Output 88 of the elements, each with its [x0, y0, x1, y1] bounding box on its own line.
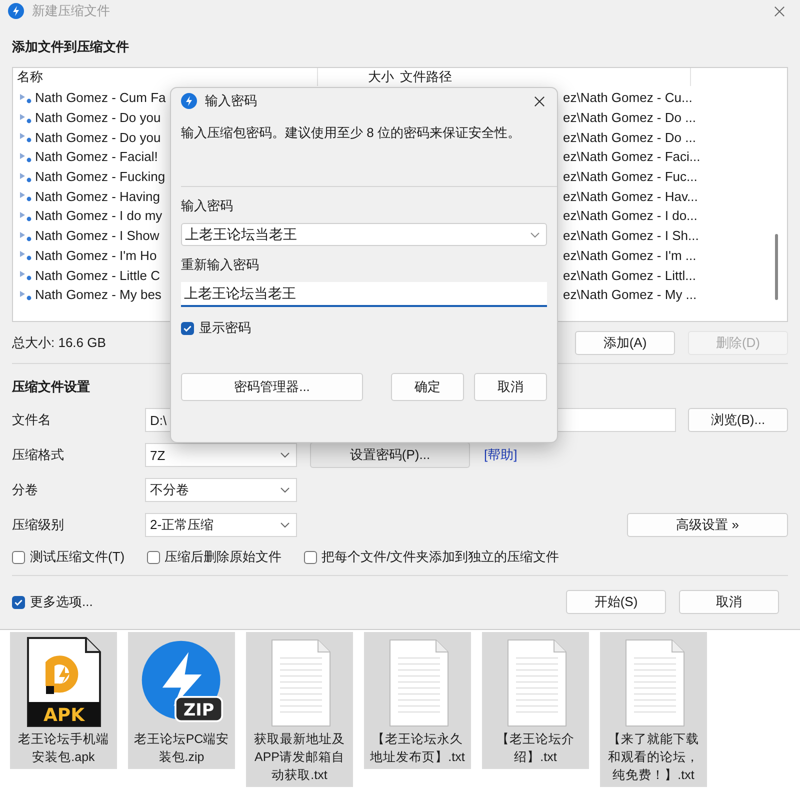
desktop-file[interactable]: 【老王论坛介绍】.txt — [482, 632, 589, 769]
file-name[interactable]: Nath Gomez - Facial! — [35, 149, 173, 164]
close-icon[interactable] — [534, 96, 545, 106]
file-name[interactable]: Nath Gomez - Little C — [35, 268, 173, 283]
field-label: 输入密码 — [181, 197, 234, 215]
checkbox[interactable] — [12, 596, 25, 608]
field-label: 分卷 — [12, 481, 39, 499]
file-name[interactable]: Nath Gomez - I Show — [35, 228, 173, 244]
checkbox-label[interactable]: 更多选项... — [30, 593, 93, 611]
chevron-down-icon — [280, 522, 290, 528]
field-label: 压缩格式 — [12, 446, 65, 464]
file-name[interactable]: Nath Gomez - My bes — [35, 287, 173, 302]
file-path: ez\Nath Gomez - Fuc... — [563, 169, 698, 184]
video-file-icon — [19, 190, 33, 202]
file-name[interactable]: Nath Gomez - Cum Fa — [35, 90, 173, 106]
close-icon[interactable] — [774, 6, 785, 16]
file-name[interactable]: Nath Gomez - Having — [35, 188, 173, 204]
desktop-file[interactable]: APK 老王论坛手机端安装包.apk — [10, 632, 117, 769]
video-file-icon — [19, 210, 33, 222]
video-file-icon — [19, 269, 33, 282]
checkbox[interactable] — [304, 550, 317, 564]
video-file-icon — [19, 288, 33, 301]
cancel-button[interactable]: 取消 — [474, 373, 547, 401]
checkbox[interactable] — [181, 322, 194, 334]
password-manager-button[interactable]: 密码管理器... — [181, 373, 363, 401]
field-label: 重新输入密码 — [181, 256, 260, 274]
video-file-icon — [19, 230, 33, 242]
dialog-message: 输入压缩包密码。建议使用至少 8 位的密码来保证安全性。 — [181, 124, 522, 142]
checkbox[interactable] — [146, 550, 160, 564]
field-label: 文件名 — [12, 411, 52, 429]
chevron-down-icon — [280, 487, 290, 493]
video-file-icon — [19, 112, 33, 124]
desktop-file[interactable]: ZIP 老王论坛PC端安装包.zip — [128, 632, 235, 769]
dialog-title: 输入密码 — [205, 92, 257, 110]
app-logo-icon — [181, 93, 197, 109]
repeat-password-field[interactable]: 上老王论坛当老王 — [181, 282, 547, 307]
column-header[interactable]: 文件路径 — [394, 68, 691, 86]
file-path: ez\Nath Gomez - Do ... — [563, 110, 696, 126]
scrollbar-thumb[interactable] — [775, 234, 778, 300]
video-file-icon — [19, 249, 33, 262]
file-name[interactable]: Nath Gomez - Do you — [35, 130, 173, 145]
total-size: 总大小: 16.6 GB — [12, 334, 106, 352]
list-button[interactable]: 添加(A) — [575, 331, 675, 355]
dialog-button[interactable]: 开始(S) — [566, 590, 666, 614]
file-name[interactable]: Nath Gomez - I'm Ho — [35, 248, 173, 263]
desktop-file[interactable]: 【老王论坛永久地址发布页】.txt — [364, 632, 471, 769]
password-combo-field[interactable]: 上老王论坛当老王 — [181, 223, 547, 246]
field-label: 压缩级别 — [12, 516, 65, 534]
level-dropdown[interactable]: 2-正常压缩 — [145, 513, 297, 537]
checkbox-label[interactable]: 压缩后删除原始文件 — [164, 548, 282, 566]
file-path: ez\Nath Gomez - Cu... — [563, 90, 692, 106]
file-path: ez\Nath Gomez - Do ... — [563, 130, 696, 145]
dialog-button[interactable]: 取消 — [679, 590, 779, 614]
split-dropdown[interactable]: 不分卷 — [145, 478, 297, 502]
video-file-icon — [19, 131, 33, 144]
chevron-down-icon — [280, 452, 290, 458]
checkbox[interactable] — [12, 550, 25, 564]
file-name[interactable]: Nath Gomez - Fucking — [35, 169, 173, 184]
browse-button[interactable]: 浏览(B)... — [688, 408, 788, 432]
file-name[interactable]: Nath Gomez - I do my — [35, 208, 173, 224]
checkbox-label[interactable]: 显示密码 — [199, 319, 251, 337]
video-file-icon — [19, 92, 33, 104]
file-path: ez\Nath Gomez - I Sh... — [563, 228, 699, 244]
checkbox-label[interactable]: 把每个文件/文件夹添加到独立的压缩文件 — [322, 548, 560, 566]
checkbox-label[interactable]: 测试压缩文件(T) — [30, 548, 125, 566]
file-name[interactable]: Nath Gomez - Do you — [35, 110, 173, 126]
file-path: ez\Nath Gomez - Faci... — [563, 149, 700, 164]
video-file-icon — [19, 170, 33, 183]
file-path: ez\Nath Gomez - My ... — [563, 287, 697, 302]
set-password-button[interactable]: 设置密码(P)... — [310, 442, 470, 468]
format-dropdown[interactable]: 7Z — [145, 443, 297, 467]
app-logo-icon — [8, 3, 24, 19]
ok-button[interactable]: 确定 — [391, 373, 464, 401]
section-heading: 添加文件到压缩文件 — [12, 38, 129, 56]
file-path: ez\Nath Gomez - I do... — [563, 208, 698, 224]
desktop-file[interactable]: 【来了就能下载和观看的论坛，纯免费！】.txt — [600, 632, 707, 787]
column-header[interactable]: 大小 — [318, 68, 394, 86]
file-path: ez\Nath Gomez - I'm ... — [563, 248, 696, 263]
video-file-icon — [19, 150, 33, 163]
window-title: 新建压缩文件 — [32, 2, 110, 20]
help-link[interactable]: [帮助] — [484, 446, 518, 464]
file-path: ez\Nath Gomez - Hav... — [563, 188, 698, 204]
chevron-down-icon — [530, 232, 540, 238]
file-path: ez\Nath Gomez - Littl... — [563, 268, 696, 283]
desktop-file[interactable]: 获取最新地址及APP请发邮箱自动获取.txt — [246, 632, 353, 787]
column-header[interactable]: 名称 — [13, 68, 318, 86]
section-heading: 压缩文件设置 — [12, 378, 90, 396]
advanced-settings-button[interactable]: 高级设置 » — [627, 513, 788, 537]
